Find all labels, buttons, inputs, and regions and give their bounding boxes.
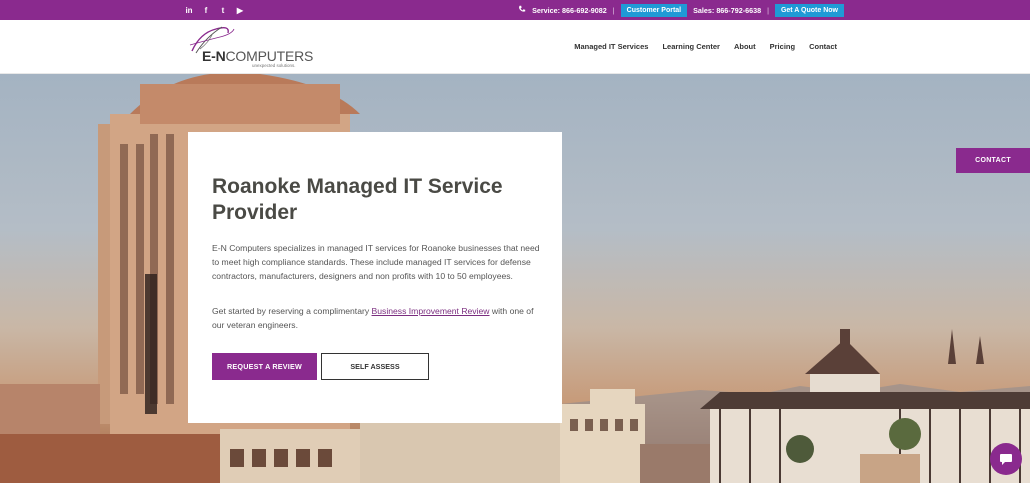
request-review-button[interactable]: REQUEST A REVIEW <box>212 353 317 380</box>
nav-contact[interactable]: Contact <box>809 42 837 51</box>
top-contact-links: Service: 866-692-9082 | Customer Portal … <box>518 0 844 20</box>
floating-contact-tab[interactable]: CONTACT <box>956 148 1030 173</box>
phone-icon <box>518 5 526 15</box>
service-phone-link[interactable]: Service: 866-692-9082 <box>532 6 607 15</box>
hero-description: E-N Computers specializes in managed IT … <box>212 243 540 281</box>
main-nav: Managed IT Services Learning Center Abou… <box>574 20 837 73</box>
hero-section: Roanoke Managed IT Service Provider E-N … <box>0 74 1030 483</box>
facebook-icon[interactable]: f <box>202 6 210 15</box>
nav-learning-center[interactable]: Learning Center <box>662 42 720 51</box>
linkedin-icon[interactable]: in <box>185 6 193 15</box>
nav-pricing[interactable]: Pricing <box>770 42 795 51</box>
divider: | <box>767 5 769 15</box>
site-logo[interactable]: E-NCOMPUTERS unexpected solutions. <box>186 23 313 71</box>
logo-tagline: unexpected solutions. <box>252 63 296 68</box>
logo-wordmark: E-NCOMPUTERS <box>202 48 314 64</box>
twitter-icon[interactable]: t <box>219 6 227 15</box>
divider: | <box>612 5 615 15</box>
customer-portal-button[interactable]: Customer Portal <box>620 3 688 17</box>
top-utility-bar: in f t ▶ Service: 866-692-9082 | Custome… <box>0 0 1030 20</box>
hero-title: Roanoke Managed IT Service Provider <box>212 175 503 224</box>
get-quote-button[interactable]: Get A Quote Now <box>774 3 844 17</box>
nav-managed-it-services[interactable]: Managed IT Services <box>574 42 648 51</box>
youtube-icon[interactable]: ▶ <box>236 6 244 15</box>
business-improvement-review-link[interactable]: Business Improvement Review <box>372 306 490 316</box>
social-links: in f t ▶ <box>185 0 244 20</box>
hero-cta-text: Get started by reserving a complimentary… <box>212 306 534 330</box>
self-assess-button[interactable]: SELF ASSESS <box>321 353 429 380</box>
sales-phone-link[interactable]: Sales: 866-792-6638 <box>693 6 761 15</box>
hero-card: Roanoke Managed IT Service Provider E-N … <box>188 132 562 423</box>
nav-about[interactable]: About <box>734 42 756 51</box>
site-header: E-NCOMPUTERS unexpected solutions. Manag… <box>0 20 1030 74</box>
chat-bubble-icon[interactable] <box>990 443 1022 475</box>
